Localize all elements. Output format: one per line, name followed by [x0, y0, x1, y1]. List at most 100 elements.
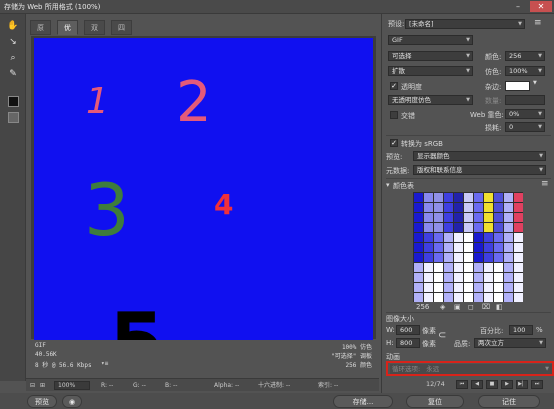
web-snap-field[interactable]: 0% ▼: [505, 109, 545, 119]
remember-button[interactable]: 记住: [478, 395, 540, 408]
color-swatch[interactable]: [424, 223, 433, 232]
color-swatch[interactable]: [484, 203, 493, 212]
color-swatch[interactable]: [464, 293, 473, 302]
height-field[interactable]: 800: [396, 338, 420, 348]
transparency-checkbox[interactable]: ✓: [390, 82, 398, 90]
color-swatch[interactable]: [484, 283, 493, 292]
color-swatch[interactable]: [484, 253, 493, 262]
color-swatch[interactable]: [454, 283, 463, 292]
color-swatch[interactable]: [494, 283, 503, 292]
color-swatch[interactable]: [474, 293, 483, 302]
colors-select[interactable]: 256 ▼: [505, 51, 545, 61]
color-swatch[interactable]: [464, 263, 473, 272]
color-swatch[interactable]: [474, 203, 483, 212]
color-swatch[interactable]: [474, 283, 483, 292]
color-swatch[interactable]: [414, 193, 423, 202]
color-swatch[interactable]: [504, 263, 513, 272]
metadata-select[interactable]: 版权和联系信息 ▼: [413, 165, 546, 175]
color-swatch[interactable]: [434, 233, 443, 242]
color-swatch[interactable]: [484, 213, 493, 222]
interlaced-checkbox[interactable]: [390, 111, 398, 119]
dither-algorithm-select[interactable]: 扩散 ▼: [388, 66, 473, 76]
color-swatch[interactable]: [424, 283, 433, 292]
format-select[interactable]: GIF ▼: [388, 35, 473, 45]
color-swatch[interactable]: [494, 203, 503, 212]
color-table-menu-icon[interactable]: ≡: [541, 179, 549, 189]
color-swatch[interactable]: [414, 283, 423, 292]
color-swatch[interactable]: [504, 283, 513, 292]
expand-icon[interactable]: ▾: [386, 181, 390, 189]
color-swatch[interactable]: [504, 213, 513, 222]
new-color-icon[interactable]: ◻: [468, 303, 474, 311]
color-swatch[interactable]: [424, 253, 433, 262]
color-swatch[interactable]: [504, 243, 513, 252]
color-swatch[interactable]: [434, 213, 443, 222]
color-swatch[interactable]: [424, 293, 433, 302]
color-swatch[interactable]: [464, 283, 473, 292]
color-swatch[interactable]: [504, 233, 513, 242]
color-swatch[interactable]: [504, 293, 513, 302]
color-swatch[interactable]: [474, 243, 483, 252]
color-swatch[interactable]: [514, 203, 523, 212]
color-swatch[interactable]: [424, 233, 433, 242]
color-swatch[interactable]: [444, 243, 453, 252]
lossy-field[interactable]: 0 ▼: [505, 122, 545, 132]
color-swatch[interactable]: [414, 243, 423, 252]
color-swatch[interactable]: [434, 273, 443, 282]
color-swatch[interactable]: [484, 193, 493, 202]
color-swatch[interactable]: [454, 273, 463, 282]
color-swatch[interactable]: [434, 193, 443, 202]
play-icon[interactable]: ▶: [501, 380, 513, 389]
color-swatch[interactable]: [444, 193, 453, 202]
convert-srgb-checkbox[interactable]: ✓: [390, 139, 398, 147]
eyedropper-icon[interactable]: ✎: [6, 68, 20, 80]
color-swatch[interactable]: [464, 253, 473, 262]
color-swatch[interactable]: [494, 263, 503, 272]
slice-select-icon[interactable]: ↘: [6, 36, 20, 48]
color-swatch[interactable]: [454, 203, 463, 212]
color-swatch[interactable]: [474, 253, 483, 262]
color-swatch[interactable]: [514, 193, 523, 202]
color-swatch[interactable]: [514, 253, 523, 262]
zoom-in-icon[interactable]: ⊞: [40, 379, 45, 392]
reduction-select[interactable]: 可选择 ▼: [388, 51, 473, 61]
color-swatch[interactable]: [444, 273, 453, 282]
color-swatch[interactable]: [414, 233, 423, 242]
color-swatch[interactable]: [514, 293, 523, 302]
color-swatch[interactable]: [514, 223, 523, 232]
prev-frame-icon[interactable]: ◀: [471, 380, 483, 389]
color-swatch[interactable]: [464, 273, 473, 282]
color-swatch[interactable]: [414, 253, 423, 262]
color-swatch[interactable]: [464, 233, 473, 242]
color-swatch[interactable]: [454, 223, 463, 232]
color-swatch[interactable]: [444, 213, 453, 222]
color-swatch[interactable]: [494, 243, 503, 252]
eyedropper-color-swatch[interactable]: [8, 96, 19, 107]
color-swatch[interactable]: [484, 263, 493, 272]
chevron-down-icon[interactable]: ▼: [533, 80, 537, 86]
matte-color-swatch[interactable]: [505, 81, 530, 91]
color-swatch[interactable]: [464, 203, 473, 212]
zoom-out-icon[interactable]: ⊟: [30, 379, 35, 392]
color-swatch[interactable]: [474, 213, 483, 222]
color-swatch[interactable]: [444, 263, 453, 272]
next-frame-icon[interactable]: ▶▏: [516, 380, 528, 389]
transparency-dither-select[interactable]: 无透明度仿色 ▼: [388, 95, 473, 105]
color-swatch[interactable]: [474, 233, 483, 242]
color-swatch[interactable]: [424, 203, 433, 212]
color-swatch[interactable]: [444, 223, 453, 232]
color-swatch[interactable]: [454, 233, 463, 242]
color-swatch[interactable]: [444, 253, 453, 262]
preset-select[interactable]: [未命名] ▼: [405, 19, 525, 29]
tab-4up[interactable]: 四联: [111, 20, 132, 47]
color-swatch[interactable]: [494, 273, 503, 282]
first-frame-icon[interactable]: ⏮: [456, 380, 468, 389]
link-icon[interactable]: ⊂: [438, 330, 446, 341]
browser-icon[interactable]: ◉: [62, 395, 82, 408]
color-swatch[interactable]: [454, 253, 463, 262]
color-swatch[interactable]: [414, 223, 423, 232]
color-swatch[interactable]: [434, 203, 443, 212]
save-button[interactable]: 存储...: [333, 395, 393, 408]
color-swatch[interactable]: [474, 263, 483, 272]
dither-amount-field[interactable]: 100% ▼: [505, 66, 545, 76]
